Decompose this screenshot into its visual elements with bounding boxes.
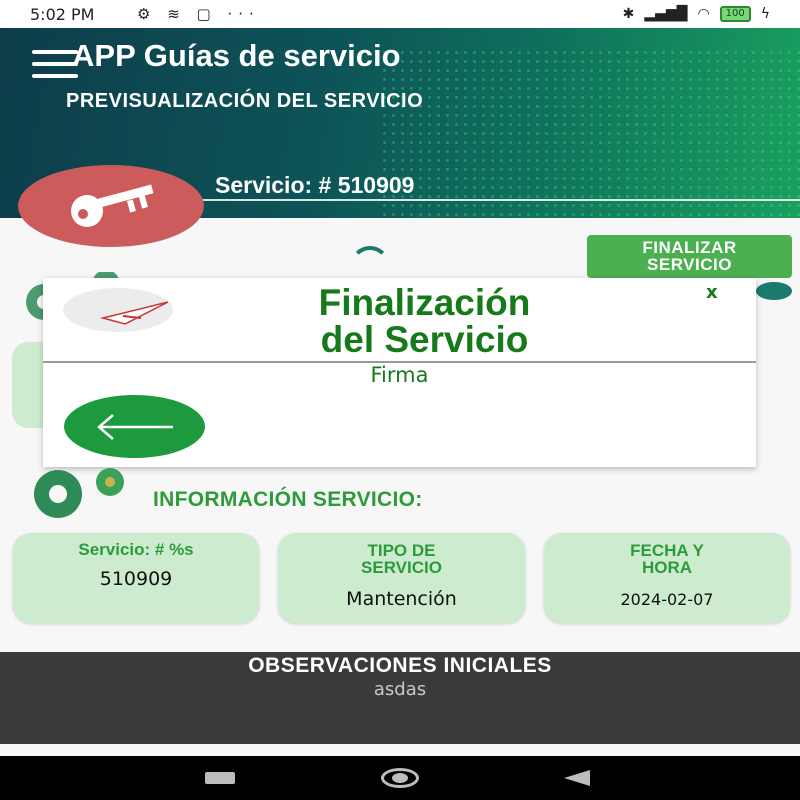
dialog-title-line2: del Servicio <box>320 319 529 360</box>
page-subtitle: PREVISUALIZACIÓN DEL SERVICIO <box>66 90 424 112</box>
card-value: Mantención <box>346 588 457 610</box>
signal-icon: ▂▄▆█ <box>644 6 688 22</box>
teal-indicator <box>756 282 792 300</box>
wifi-icon: ◠ <box>697 6 710 22</box>
dialog-subtitle: Firma <box>370 363 429 387</box>
header-pattern <box>380 48 800 218</box>
app-title: APP Guías de servicio <box>72 38 401 73</box>
finalizar-label-line1: FINALIZAR <box>642 238 737 257</box>
observaciones-value: asdas <box>373 679 427 700</box>
observaciones-panel: OBSERVACIONES INICIALES asdas <box>0 652 800 744</box>
service-number-card: Servicio: # %s 510909 <box>13 533 259 623</box>
card-label-line1: TIPO DE <box>367 541 436 560</box>
key-badge <box>18 165 204 247</box>
finalizacion-dialog: Finalización del Servicio x Firma <box>43 278 756 467</box>
dialog-title-line1: Finalización <box>318 282 531 323</box>
dialog-title: Finalización del Servicio <box>43 284 756 358</box>
back-nav-icon[interactable] <box>564 770 590 786</box>
header-divider <box>200 199 800 201</box>
back-button[interactable] <box>64 395 205 458</box>
card-value: 510909 <box>99 568 173 590</box>
home-icon[interactable] <box>381 768 419 788</box>
card-label-line2: HORA <box>641 558 693 577</box>
status-right-icons: ✱ ▂▄▆█ ◠ 100 ϟ <box>623 6 770 22</box>
recents-icon[interactable] <box>205 772 235 784</box>
dialog-close-button[interactable]: x <box>706 282 718 303</box>
info-gears-icon <box>34 468 124 518</box>
charging-icon: ϟ <box>760 6 770 22</box>
battery-icon: 100 <box>719 6 751 22</box>
service-type-card: TIPO DE SERVICIO Mantención <box>278 533 525 623</box>
card-label-line1: FECHA Y <box>630 541 704 560</box>
app-screen: 5:02 PM ⚙ ≋ ▢ ··· ✱ ▂▄▆█ ◠ 100 ϟ APP Guí… <box>0 0 800 800</box>
info-heading: INFORMACIÓN SERVICIO: <box>153 488 423 511</box>
observaciones-title: OBSERVACIONES INICIALES <box>248 654 552 677</box>
finalizar-servicio-button[interactable]: FINALIZAR SERVICIO <box>587 235 792 278</box>
card-label: Servicio: # %s <box>78 540 194 559</box>
card-value: 2024-02-07 <box>620 590 714 609</box>
bluetooth-icon: ✱ <box>622 6 635 22</box>
date-time-card: FECHA Y HORA 2024-02-07 <box>544 533 790 623</box>
card-label-line2: SERVICIO <box>361 558 442 577</box>
status-bar: 5:02 PM ⚙ ≋ ▢ ··· ✱ ▂▄▆█ ◠ 100 ϟ <box>0 0 800 28</box>
service-number: Servicio: # 510909 <box>215 172 415 198</box>
status-time: 5:02 PM <box>30 5 95 24</box>
android-nav-bar <box>0 756 800 800</box>
finalizar-label-line2: SERVICIO <box>647 255 732 274</box>
status-left-icons: ⚙ ≋ ▢ ··· <box>137 5 260 23</box>
arrow-left-icon <box>96 413 173 440</box>
key-icon <box>71 184 154 227</box>
